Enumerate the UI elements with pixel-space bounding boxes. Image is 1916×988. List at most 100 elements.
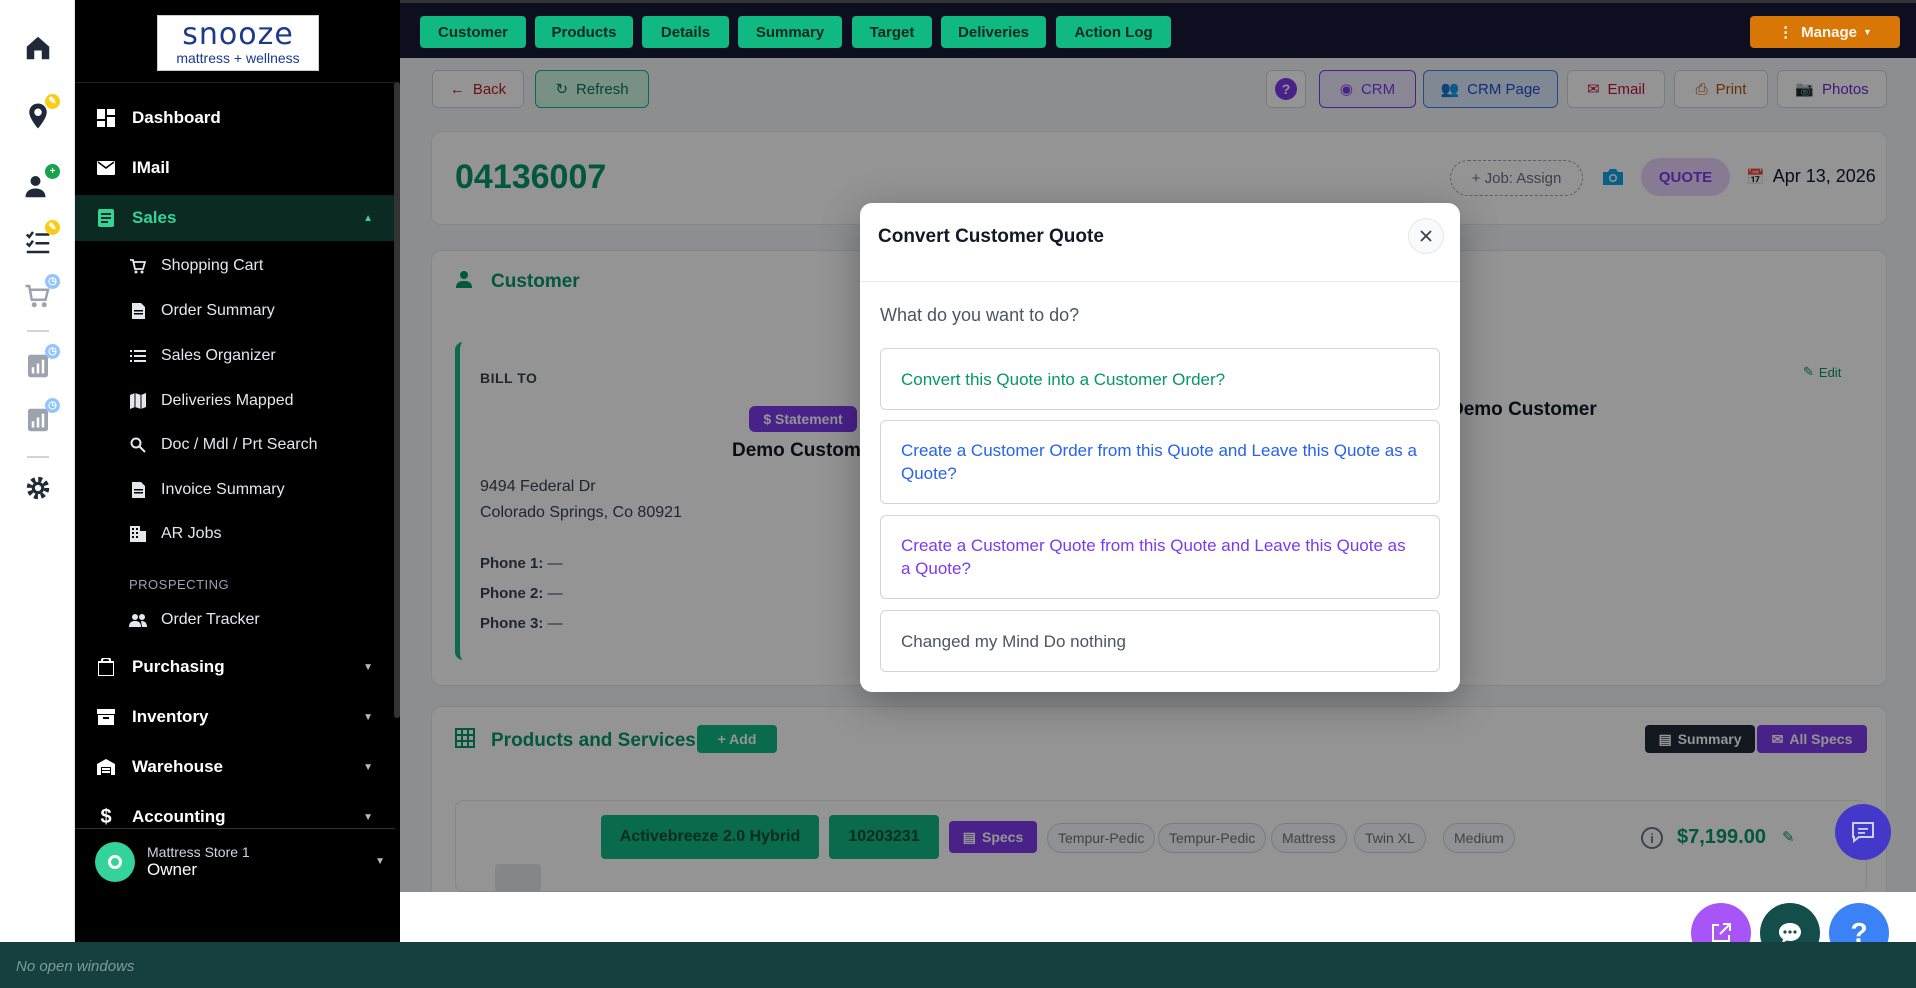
- sidebar-item-warehouse[interactable]: Warehouse ▼: [75, 744, 395, 790]
- sidebar-item-imail[interactable]: IMail: [75, 145, 395, 191]
- brand-logo[interactable]: snooze mattress + wellness: [157, 15, 319, 71]
- sidebar-sub-order-summary[interactable]: Order Summary: [75, 291, 395, 331]
- modal-question: What do you want to do?: [880, 305, 1080, 325]
- archive-icon: [95, 706, 117, 728]
- map-icon: [129, 392, 147, 410]
- dollar-icon: $: [100, 805, 112, 828]
- sidebar-sub-label: Deliveries Mapped: [161, 392, 294, 409]
- sidebar-item-label: Inventory: [132, 707, 209, 726]
- rail-divider: [27, 330, 49, 332]
- app-root: ✎ + ✎ ◷ ◷ ◷ snooze mattress + wellness D…: [0, 0, 1916, 988]
- create-order-keep-quote-option[interactable]: Create a Customer Order from this Quote …: [880, 420, 1440, 504]
- manage-label: Manage: [1801, 23, 1857, 41]
- tab-customer[interactable]: Customer: [420, 16, 526, 48]
- divider: [75, 82, 395, 83]
- chevron-down-icon: ▼: [375, 856, 385, 867]
- sidebar-sub-deliveries-mapped[interactable]: Deliveries Mapped: [75, 381, 395, 421]
- sidebar-sub-label: Shopping Cart: [161, 257, 264, 274]
- sidebar-sub-shopping-cart[interactable]: Shopping Cart: [75, 246, 395, 286]
- logo-tagline: mattress + wellness: [176, 50, 300, 66]
- convert-to-order-option[interactable]: Convert this Quote into a Customer Order…: [880, 348, 1440, 410]
- sidebar-sub-label: Invoice Summary: [161, 481, 285, 498]
- logo-name: snooze: [182, 17, 294, 52]
- cart-icon: [129, 257, 147, 275]
- option-label: Changed my Mind Do nothing: [901, 631, 1126, 651]
- sidebar-sub-label: Doc / Mdl / Prt Search: [161, 436, 318, 453]
- chat-bubble-button[interactable]: [1835, 804, 1891, 860]
- tab-products[interactable]: Products: [535, 16, 633, 48]
- gear-icon[interactable]: [18, 468, 58, 508]
- chevron-down-icon: ▼: [363, 761, 373, 773]
- mail-icon: [95, 157, 117, 179]
- sidebar-item-purchasing[interactable]: Purchasing ▼: [75, 644, 395, 690]
- option-label: Create a Customer Quote from this Quote …: [901, 536, 1406, 578]
- clock-badge-icon: ◷: [45, 398, 60, 413]
- sidebar-item-dashboard[interactable]: Dashboard: [75, 95, 395, 141]
- building-icon: [129, 525, 147, 543]
- top-tab-bar: Customer Products Details Summary Target…: [400, 0, 1916, 58]
- sidebar-item-accounting[interactable]: $ Accounting ▼: [75, 794, 395, 840]
- sidebar-sub-label: Sales Organizer: [161, 347, 276, 364]
- cart-icon[interactable]: ◷: [18, 274, 60, 316]
- manage-dropdown[interactable]: ⋮ Manage ▼: [1750, 16, 1900, 48]
- chevron-down-icon: ▼: [363, 811, 373, 823]
- sidebar-sub-doc-search[interactable]: Doc / Mdl / Prt Search: [75, 425, 395, 465]
- sidebar-sub-order-tracker[interactable]: Order Tracker: [75, 600, 395, 640]
- warehouse-icon: [95, 756, 117, 778]
- avatar: [95, 842, 135, 882]
- sidebar-sub-sales-organizer[interactable]: Sales Organizer: [75, 336, 395, 376]
- tab-summary[interactable]: Summary: [738, 16, 842, 48]
- chevron-down-icon: ▼: [1862, 27, 1872, 37]
- sidebar-item-label: Dashboard: [132, 108, 221, 127]
- section-label-prospecting: PROSPECTING: [129, 577, 230, 592]
- sidebar-item-label: Purchasing: [132, 657, 225, 676]
- store-name: Mattress Store 1: [147, 844, 250, 860]
- checklist-icon[interactable]: ✎: [18, 220, 60, 262]
- document-icon: [129, 481, 147, 499]
- location-pin-icon[interactable]: ✎: [18, 94, 60, 136]
- sidebar-sub-invoice-summary[interactable]: Invoice Summary: [75, 470, 395, 510]
- search-icon: [129, 436, 147, 454]
- do-nothing-option[interactable]: Changed my Mind Do nothing: [880, 610, 1440, 672]
- icon-rail: ✎ + ✎ ◷ ◷ ◷: [0, 0, 75, 942]
- badge-icon: ✎: [45, 94, 60, 109]
- home-icon[interactable]: [18, 28, 58, 68]
- sidebar-item-label: Sales: [132, 208, 177, 227]
- close-button[interactable]: [1408, 218, 1444, 254]
- more-vertical-icon: ⋮: [1778, 24, 1794, 41]
- clock-badge-icon: ◷: [45, 344, 60, 359]
- modal-title: Convert Customer Quote: [878, 226, 1104, 247]
- sidebar-item-sales[interactable]: Sales ▲: [75, 195, 395, 241]
- clock-badge-icon: ◷: [45, 274, 60, 289]
- sidebar-item-label: Warehouse: [132, 757, 224, 776]
- option-label: Convert this Quote into a Customer Order…: [901, 369, 1226, 389]
- create-quote-keep-quote-option[interactable]: Create a Customer Quote from this Quote …: [880, 515, 1440, 599]
- divider: [75, 828, 395, 829]
- chevron-down-icon: ▼: [363, 661, 373, 673]
- tab-details[interactable]: Details: [642, 16, 729, 48]
- taskbar: No open windows: [0, 942, 1916, 988]
- people-icon: [129, 611, 147, 629]
- plus-badge-icon: +: [45, 164, 60, 179]
- user-profile[interactable]: Mattress Store 1 Owner ▼: [95, 840, 385, 884]
- rail-divider: [27, 456, 49, 458]
- tab-target[interactable]: Target: [852, 16, 932, 48]
- sidebar-sub-ar-jobs[interactable]: AR Jobs: [75, 514, 395, 554]
- report-icon[interactable]: ◷: [18, 398, 60, 440]
- modal-divider: [860, 281, 1460, 282]
- report-icon[interactable]: ◷: [18, 344, 60, 386]
- badge-icon: ✎: [45, 220, 60, 235]
- sidebar-item-inventory[interactable]: Inventory ▼: [75, 694, 395, 740]
- option-label: Create a Customer Order from this Quote …: [901, 441, 1417, 483]
- document-icon: [129, 302, 147, 320]
- chevron-up-icon: ▲: [363, 212, 373, 224]
- tab-deliveries[interactable]: Deliveries: [941, 16, 1046, 48]
- footer-strip: [400, 892, 1916, 942]
- add-user-icon[interactable]: +: [18, 164, 60, 206]
- sidebar-sub-label: AR Jobs: [161, 525, 222, 542]
- tab-action-log[interactable]: Action Log: [1056, 16, 1171, 48]
- dashboard-icon: [95, 107, 117, 129]
- convert-quote-modal: Convert Customer Quote What do you want …: [860, 203, 1460, 692]
- sidebar-sub-label: Order Tracker: [161, 611, 260, 628]
- close-icon: [1420, 230, 1432, 242]
